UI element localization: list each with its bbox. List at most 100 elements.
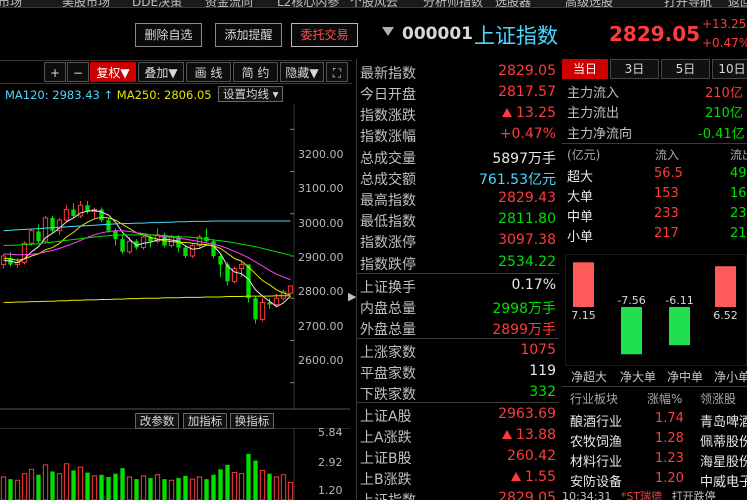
change-params-button[interactable]: 改参数 <box>135 413 179 429</box>
quote-label: 今日开盘 <box>360 87 416 103</box>
dropdown-arrow-icon[interactable] <box>382 27 394 36</box>
industry-row[interactable]: 材料行业 1.23 海星股份 <box>567 450 747 470</box>
candle-body <box>140 236 147 249</box>
volume-bar <box>231 472 238 500</box>
volume-bar <box>168 479 175 500</box>
top-menu-item[interactable]: DDE决策 <box>132 0 182 7</box>
candle-body <box>183 247 188 256</box>
bar-value-label: -6.11 <box>665 294 693 307</box>
switch-indicator-button[interactable]: 换指标 <box>230 413 274 429</box>
tab-3day[interactable]: 3日 <box>610 59 659 79</box>
quote-row: 上涨家数 1075 <box>360 340 556 361</box>
volume-bar <box>8 479 13 500</box>
quote-row: 上证指数 2829.05 <box>360 488 556 500</box>
top-menu-item[interactable]: 返回 <box>728 0 747 7</box>
tab-10day[interactable]: 10日 <box>712 59 747 79</box>
quote-value: 3097.38 <box>498 232 556 248</box>
tab-5day[interactable]: 5日 <box>661 59 710 79</box>
quote-label: 外盘总量 <box>360 322 416 338</box>
candle-body <box>36 231 41 242</box>
top-menu-item[interactable]: 分析师指数 <box>423 0 483 7</box>
draw-line-button[interactable]: 画 线 <box>186 62 231 82</box>
quote-value: 2899万手 <box>492 319 556 339</box>
bar-label: 净大单 <box>620 370 657 384</box>
volume-bar <box>238 473 245 500</box>
zoom-in-button[interactable]: + <box>44 62 66 82</box>
industry-header: 行业板块 涨幅% 领涨股 <box>567 389 747 409</box>
candle-body <box>259 301 266 320</box>
fund-row-label: 小单 <box>567 230 594 245</box>
price-axis-label: 2900.00 <box>298 251 344 264</box>
candle-body <box>71 209 76 216</box>
top-menu-item[interactable]: 打开导航 <box>664 0 712 7</box>
status-action: 打开跌停 <box>671 490 716 500</box>
fund-row-outflow: 49. <box>730 166 747 181</box>
delete-watchlist-button[interactable]: 删除自选 <box>135 23 202 47</box>
fund-row-inflow: 217 <box>654 226 679 241</box>
quote-number: 2998 <box>492 301 528 317</box>
ma120-value: MA120: 2983.43 <box>5 88 100 102</box>
volume-chart[interactable] <box>0 428 350 500</box>
add-indicator-button[interactable]: 加指标 <box>183 413 227 429</box>
quote-row: 上证换手 0.17% <box>360 275 556 296</box>
quote-label: 内盘总量 <box>360 301 416 317</box>
status-stock[interactable]: *ST瑞德 <box>621 490 662 500</box>
quote-number: 1.55 <box>524 469 556 485</box>
quote-value: 2811.80 <box>498 211 556 227</box>
fullscreen-icon[interactable]: ⛶ <box>326 62 348 82</box>
main-inflow-value: 210亿 <box>705 86 743 101</box>
main-outflow-label: 主力流出 <box>567 106 620 121</box>
industry-row[interactable]: 农牧饲渔 1.28 佩蒂股份 <box>567 430 747 450</box>
top-menu-item[interactable]: 高级选股 <box>565 0 613 7</box>
fund-row-outflow: 16 <box>730 186 747 201</box>
simple-mode-button[interactable]: 简 约 <box>233 62 278 82</box>
volume-axis-label: 1.20 <box>318 484 343 497</box>
net-flow-bar <box>669 307 690 346</box>
fund-row-label: 大单 <box>567 190 594 205</box>
quote-row: 最低指数 2811.80 <box>360 209 556 230</box>
ma-legend: MA120: 2983.43 ↑ MA250: 2806.05 ↑ <box>5 88 225 102</box>
quote-unit: 亿元 <box>528 172 556 188</box>
quote-value: 2829.05 <box>498 490 556 500</box>
set-ma-dropdown[interactable]: 设置均线 ▾ <box>218 86 284 102</box>
industry-leader: 海星股份 <box>700 455 747 470</box>
overlay-label: 叠加 <box>144 66 169 80</box>
top-menu-item[interactable]: 资金流向 <box>205 0 253 7</box>
overlay-dropdown[interactable]: 叠加▼ <box>138 62 184 82</box>
industry-row[interactable]: 安防设备 1.20 中威电子 <box>567 470 747 490</box>
top-menu-item[interactable]: 市场 <box>0 0 22 7</box>
tab-today[interactable]: 当日 <box>562 59 608 79</box>
trade-button[interactable]: 委托交易 <box>291 23 358 47</box>
quote-label: 指数涨幅 <box>360 129 416 145</box>
quote-value: 2963.69 <box>498 406 556 422</box>
main-net-value: -0.41亿 <box>698 127 745 142</box>
quote-label: 最高指数 <box>360 193 416 209</box>
add-alert-button[interactable]: 添加提醒 <box>215 23 282 47</box>
price-axis-label: 2600.00 <box>298 354 344 367</box>
volume-bar <box>273 476 280 500</box>
volume-bar <box>28 468 35 500</box>
top-menu-item[interactable]: 个股风云 <box>350 0 398 7</box>
volume-bar <box>77 466 84 500</box>
top-menu-item[interactable]: L2核心内参 <box>277 0 339 7</box>
up-triangle-icon <box>501 430 512 439</box>
index-change: +13.25 <box>702 17 747 31</box>
industry-row[interactable]: 酿酒行业 1.74 青岛啤酒 <box>567 410 747 430</box>
zoom-out-button[interactable]: − <box>67 62 89 82</box>
candle-body <box>238 263 245 270</box>
fund-row-label: 中单 <box>567 210 594 225</box>
top-menu-item[interactable]: 美股市场 <box>62 0 110 7</box>
main-net-label: 主力净流向 <box>567 127 633 142</box>
quote-number: 2534.22 <box>498 254 556 270</box>
quote-number: 1075 <box>520 342 556 358</box>
fuquan-dropdown[interactable]: 复权▼ <box>90 62 136 82</box>
candle-body <box>189 244 196 257</box>
industry-name: 酿酒行业 <box>570 415 623 430</box>
main-inflow-label: 主力流入 <box>567 86 620 101</box>
quote-label: 上A涨跌 <box>360 430 412 446</box>
top-menu-item[interactable]: 选股器 <box>495 0 531 7</box>
bar-label: 净小单 <box>714 370 747 384</box>
quote-label: 上涨家数 <box>360 345 416 361</box>
hide-dropdown[interactable]: 隐藏▼ <box>280 62 324 82</box>
quote-row: 今日开盘 2817.57 <box>360 82 556 103</box>
